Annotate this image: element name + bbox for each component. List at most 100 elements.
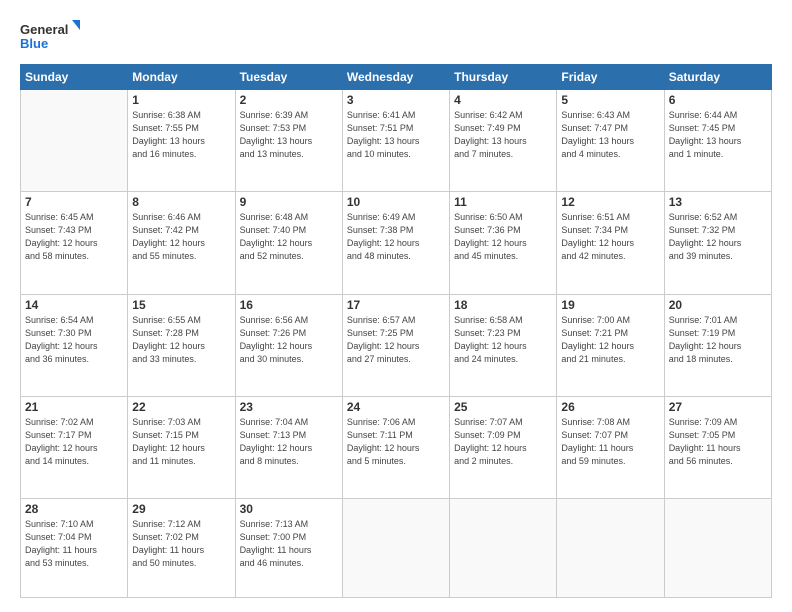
- day-info: Sunrise: 7:04 AM Sunset: 7:13 PM Dayligh…: [240, 416, 338, 468]
- calendar-week-1: 1 Sunrise: 6:38 AM Sunset: 7:55 PM Daylig…: [21, 90, 772, 192]
- day-info: Sunrise: 6:42 AM Sunset: 7:49 PM Dayligh…: [454, 109, 552, 161]
- day-number: 28: [25, 502, 123, 516]
- calendar-cell: 19 Sunrise: 7:00 AM Sunset: 7:21 PM Dayli…: [557, 294, 664, 396]
- day-number: 16: [240, 298, 338, 312]
- calendar-cell: 13 Sunrise: 6:52 AM Sunset: 7:32 PM Dayli…: [664, 192, 771, 294]
- day-number: 10: [347, 195, 445, 209]
- calendar-cell: 25 Sunrise: 7:07 AM Sunset: 7:09 PM Dayli…: [450, 396, 557, 498]
- day-number: 11: [454, 195, 552, 209]
- weekday-header-sunday: Sunday: [21, 65, 128, 90]
- day-info: Sunrise: 6:51 AM Sunset: 7:34 PM Dayligh…: [561, 211, 659, 263]
- day-number: 21: [25, 400, 123, 414]
- calendar-cell: 26Sunrise: 7:08 AM Sunset: 7:07 PM Dayli…: [557, 396, 664, 498]
- calendar-cell: 21 Sunrise: 7:02 AM Sunset: 7:17 PM Dayli…: [21, 396, 128, 498]
- weekday-header-wednesday: Wednesday: [342, 65, 449, 90]
- calendar-cell: 29Sunrise: 7:12 AM Sunset: 7:02 PM Dayli…: [128, 499, 235, 598]
- weekday-header-thursday: Thursday: [450, 65, 557, 90]
- svg-text:Blue: Blue: [20, 36, 48, 51]
- calendar-cell: [664, 499, 771, 598]
- calendar-cell: [21, 90, 128, 192]
- day-info: Sunrise: 6:55 AM Sunset: 7:28 PM Dayligh…: [132, 314, 230, 366]
- calendar-cell: 16Sunrise: 6:56 AM Sunset: 7:26 PM Dayli…: [235, 294, 342, 396]
- day-info: Sunrise: 7:00 AM Sunset: 7:21 PM Dayligh…: [561, 314, 659, 366]
- calendar-cell: 23 Sunrise: 7:04 AM Sunset: 7:13 PM Dayli…: [235, 396, 342, 498]
- day-number: 20: [669, 298, 767, 312]
- calendar-cell: 11 Sunrise: 6:50 AM Sunset: 7:36 PM Dayli…: [450, 192, 557, 294]
- day-number: 3: [347, 93, 445, 107]
- calendar-cell: 3 Sunrise: 6:41 AM Sunset: 7:51 PM Daylig…: [342, 90, 449, 192]
- day-number: 13: [669, 195, 767, 209]
- day-info: Sunrise: 6:43 AM Sunset: 7:47 PM Dayligh…: [561, 109, 659, 161]
- day-number: 26: [561, 400, 659, 414]
- calendar-cell: 1 Sunrise: 6:38 AM Sunset: 7:55 PM Daylig…: [128, 90, 235, 192]
- day-info: Sunrise: 6:58 AM Sunset: 7:23 PM Dayligh…: [454, 314, 552, 366]
- calendar-cell: 8Sunrise: 6:46 AM Sunset: 7:42 PM Daylig…: [128, 192, 235, 294]
- svg-text:General: General: [20, 22, 68, 37]
- day-info: Sunrise: 7:03 AM Sunset: 7:15 PM Dayligh…: [132, 416, 230, 468]
- day-number: 19: [561, 298, 659, 312]
- day-info: Sunrise: 6:48 AM Sunset: 7:40 PM Dayligh…: [240, 211, 338, 263]
- weekday-header-row: SundayMondayTuesdayWednesdayThursdayFrid…: [21, 65, 772, 90]
- logo: General Blue: [20, 18, 80, 56]
- day-info: Sunrise: 7:01 AM Sunset: 7:19 PM Dayligh…: [669, 314, 767, 366]
- logo-svg: General Blue: [20, 18, 80, 56]
- day-number: 9: [240, 195, 338, 209]
- calendar-cell: 6 Sunrise: 6:44 AM Sunset: 7:45 PM Daylig…: [664, 90, 771, 192]
- calendar-cell: 30 Sunrise: 7:13 AM Sunset: 7:00 PM Dayli…: [235, 499, 342, 598]
- day-info: Sunrise: 7:13 AM Sunset: 7:00 PM Dayligh…: [240, 518, 338, 570]
- day-info: Sunrise: 6:41 AM Sunset: 7:51 PM Dayligh…: [347, 109, 445, 161]
- calendar-cell: 18 Sunrise: 6:58 AM Sunset: 7:23 PM Dayli…: [450, 294, 557, 396]
- day-info: Sunrise: 6:49 AM Sunset: 7:38 PM Dayligh…: [347, 211, 445, 263]
- calendar-week-4: 21 Sunrise: 7:02 AM Sunset: 7:17 PM Dayli…: [21, 396, 772, 498]
- weekday-header-tuesday: Tuesday: [235, 65, 342, 90]
- calendar-cell: 5Sunrise: 6:43 AM Sunset: 7:47 PM Daylig…: [557, 90, 664, 192]
- calendar-cell: 4 Sunrise: 6:42 AM Sunset: 7:49 PM Daylig…: [450, 90, 557, 192]
- calendar-cell: [342, 499, 449, 598]
- calendar-cell: 2 Sunrise: 6:39 AM Sunset: 7:53 PM Daylig…: [235, 90, 342, 192]
- calendar-cell: [450, 499, 557, 598]
- day-info: Sunrise: 6:54 AM Sunset: 7:30 PM Dayligh…: [25, 314, 123, 366]
- day-number: 14: [25, 298, 123, 312]
- calendar-cell: 15 Sunrise: 6:55 AM Sunset: 7:28 PM Dayli…: [128, 294, 235, 396]
- day-number: 24: [347, 400, 445, 414]
- day-number: 6: [669, 93, 767, 107]
- day-number: 2: [240, 93, 338, 107]
- day-info: Sunrise: 6:45 AM Sunset: 7:43 PM Dayligh…: [25, 211, 123, 263]
- calendar-cell: 17Sunrise: 6:57 AM Sunset: 7:25 PM Dayli…: [342, 294, 449, 396]
- weekday-header-monday: Monday: [128, 65, 235, 90]
- calendar-cell: 27 Sunrise: 7:09 AM Sunset: 7:05 PM Dayli…: [664, 396, 771, 498]
- day-number: 12: [561, 195, 659, 209]
- day-info: Sunrise: 7:06 AM Sunset: 7:11 PM Dayligh…: [347, 416, 445, 468]
- day-number: 1: [132, 93, 230, 107]
- calendar-cell: 14 Sunrise: 6:54 AM Sunset: 7:30 PM Dayli…: [21, 294, 128, 396]
- day-number: 8: [132, 195, 230, 209]
- day-number: 4: [454, 93, 552, 107]
- calendar-week-3: 14 Sunrise: 6:54 AM Sunset: 7:30 PM Dayli…: [21, 294, 772, 396]
- day-info: Sunrise: 6:44 AM Sunset: 7:45 PM Dayligh…: [669, 109, 767, 161]
- day-number: 30: [240, 502, 338, 516]
- calendar-table: SundayMondayTuesdayWednesdayThursdayFrid…: [20, 64, 772, 598]
- day-info: Sunrise: 6:52 AM Sunset: 7:32 PM Dayligh…: [669, 211, 767, 263]
- day-number: 18: [454, 298, 552, 312]
- day-number: 23: [240, 400, 338, 414]
- calendar-cell: 10 Sunrise: 6:49 AM Sunset: 7:38 PM Dayli…: [342, 192, 449, 294]
- weekday-header-saturday: Saturday: [664, 65, 771, 90]
- day-info: Sunrise: 7:12 AM Sunset: 7:02 PM Dayligh…: [132, 518, 230, 570]
- day-info: Sunrise: 7:09 AM Sunset: 7:05 PM Dayligh…: [669, 416, 767, 468]
- day-info: Sunrise: 7:10 AM Sunset: 7:04 PM Dayligh…: [25, 518, 123, 570]
- calendar-cell: 9 Sunrise: 6:48 AM Sunset: 7:40 PM Daylig…: [235, 192, 342, 294]
- calendar-cell: [557, 499, 664, 598]
- calendar-cell: 24 Sunrise: 7:06 AM Sunset: 7:11 PM Dayli…: [342, 396, 449, 498]
- day-number: 27: [669, 400, 767, 414]
- calendar-cell: 22Sunrise: 7:03 AM Sunset: 7:15 PM Dayli…: [128, 396, 235, 498]
- day-info: Sunrise: 6:38 AM Sunset: 7:55 PM Dayligh…: [132, 109, 230, 161]
- calendar-cell: 7Sunrise: 6:45 AM Sunset: 7:43 PM Daylig…: [21, 192, 128, 294]
- day-number: 17: [347, 298, 445, 312]
- day-info: Sunrise: 6:50 AM Sunset: 7:36 PM Dayligh…: [454, 211, 552, 263]
- day-info: Sunrise: 7:02 AM Sunset: 7:17 PM Dayligh…: [25, 416, 123, 468]
- day-number: 15: [132, 298, 230, 312]
- day-info: Sunrise: 7:07 AM Sunset: 7:09 PM Dayligh…: [454, 416, 552, 468]
- day-number: 25: [454, 400, 552, 414]
- day-info: Sunrise: 6:39 AM Sunset: 7:53 PM Dayligh…: [240, 109, 338, 161]
- calendar-cell: 28 Sunrise: 7:10 AM Sunset: 7:04 PM Dayli…: [21, 499, 128, 598]
